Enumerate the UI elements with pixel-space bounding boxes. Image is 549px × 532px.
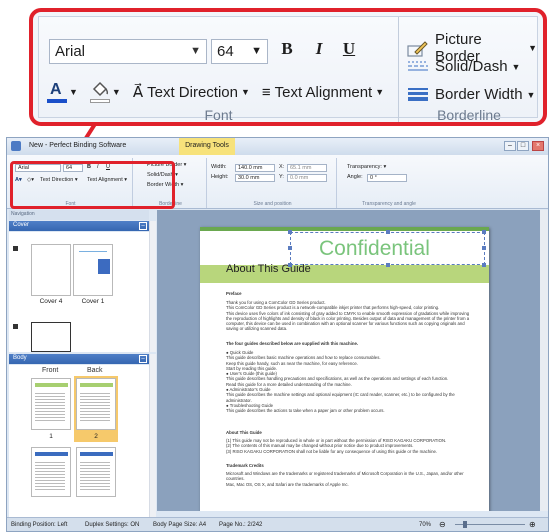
body-panel: Front Back 1 2 (9, 365, 149, 517)
zoom-out-icon[interactable]: ⊖ (439, 520, 446, 529)
page2-label: 2 (94, 433, 98, 440)
page1-label: 1 (49, 433, 53, 440)
zoom-slider-knob[interactable] (463, 521, 467, 528)
cover4-thumbnail[interactable] (31, 244, 71, 296)
page-marker-icon (13, 324, 18, 329)
body-scrollbar[interactable] (149, 354, 156, 517)
y-label: Y: (279, 174, 284, 180)
app-menu-icon[interactable] (11, 141, 21, 151)
resize-handle[interactable] (288, 230, 292, 234)
front-column-label: Front (42, 367, 59, 374)
body-page1-thumbnail[interactable] (31, 378, 71, 430)
size-position-label: Size and position (253, 201, 292, 207)
back-column-label: Back (87, 367, 103, 374)
page-accent-bar (200, 227, 489, 231)
height-label: Height: (211, 174, 229, 180)
cover1-label: Cover 1 (81, 298, 105, 305)
resize-handle[interactable] (482, 263, 486, 267)
zoom-slider[interactable] (455, 521, 525, 528)
drawing-tools-tab[interactable]: Drawing Tools (179, 138, 235, 155)
ribbon-highlight-box (10, 161, 175, 209)
cover-section-label: Cover (13, 222, 30, 228)
angle-field[interactable]: 0 ° (367, 174, 407, 182)
minimize-icon[interactable]: – (504, 141, 516, 151)
width-label: Width: (211, 164, 227, 170)
transparency-group-label: Transparency and angle (362, 201, 416, 207)
page-marker-icon (13, 246, 18, 251)
transparency-dropdown[interactable]: Transparency: ▾ (347, 164, 386, 170)
angle-label: Angle: (347, 174, 363, 180)
body-section-header[interactable]: Body – (9, 354, 149, 364)
title-bar: New - Perfect Binding Software Drawing T… (7, 138, 548, 155)
close-icon[interactable]: × (532, 141, 544, 151)
cover4-label: Cover 4 (39, 298, 63, 305)
resize-handle[interactable] (386, 263, 390, 267)
cover1-thumbnail[interactable] (73, 244, 113, 296)
preface-text: Thank you for using a ComColor GD Series… (226, 300, 470, 332)
navigation-header: Navigation (9, 210, 149, 220)
height-field[interactable]: 30.0 mm (235, 174, 275, 182)
collapse-icon[interactable]: – (139, 222, 147, 230)
body-section-label: Body (13, 355, 27, 361)
document-page: About This Guide Confidential Preface Th… (200, 227, 489, 511)
resize-handle[interactable] (482, 230, 486, 234)
about-text: (1) This guide may not be reproduced in … (226, 438, 447, 454)
body-page2-thumbnail[interactable] (76, 378, 116, 430)
window-title: New - Perfect Binding Software (29, 142, 127, 149)
resize-handle[interactable] (288, 246, 292, 250)
size-position-group: Width: 140.0 mm Height: 30.0 mm X: 65.1 … (209, 158, 337, 208)
cover-section-header[interactable]: Cover – (9, 221, 149, 231)
about-title: About This Guide (226, 430, 262, 435)
document-view[interactable]: About This Guide Confidential Preface Th… (157, 210, 548, 511)
cover-panel: Cover 4 Cover 1 (9, 232, 149, 352)
transparency-group: Transparency: ▾ Angle: 0 ° Transparency … (339, 158, 439, 208)
zoom-in-icon[interactable]: ⊕ (529, 520, 536, 529)
confidential-textbox[interactable]: Confidential (290, 232, 485, 265)
document-scrollbar[interactable] (540, 210, 548, 511)
x-field[interactable]: 65.1 mm (287, 164, 327, 172)
guides-title: The four guides described below are supp… (226, 341, 359, 346)
y-field[interactable]: 0.0 mm (287, 174, 327, 182)
page-size-status: Body Page Size: A4 (153, 522, 207, 528)
resize-handle[interactable] (482, 246, 486, 250)
transparency-label: Transparency: (347, 164, 382, 170)
binding-position-status: Binding Position: Left (11, 522, 68, 528)
zoom-level: 70% (419, 522, 432, 528)
status-bar: Binding Position: Left Duplex Settings: … (7, 517, 548, 531)
trademark-text: Microsoft and Windows are the trademarks… (226, 471, 464, 487)
trademark-title: Trademark Credits (226, 463, 264, 468)
cover-scrollbar[interactable] (149, 221, 156, 352)
guides-text: ● Quick Guide This guide describes basic… (226, 350, 455, 414)
width-field[interactable]: 140.0 mm (235, 164, 275, 172)
collapse-icon[interactable]: – (139, 355, 147, 363)
preface-title: Preface (226, 291, 242, 296)
body-page4-thumbnail[interactable] (76, 447, 116, 497)
cover-spine-thumbnail[interactable] (31, 322, 71, 352)
duplex-status: Duplex Settings: ON (85, 522, 140, 528)
page-number-status: Page No.: 2/242 (219, 522, 263, 528)
x-label: X: (279, 164, 285, 170)
resize-handle[interactable] (386, 230, 390, 234)
app-window: New - Perfect Binding Software Drawing T… (6, 137, 549, 532)
resize-handle[interactable] (288, 263, 292, 267)
maximize-icon[interactable]: □ (517, 141, 529, 151)
body-page3-thumbnail[interactable] (31, 447, 71, 497)
